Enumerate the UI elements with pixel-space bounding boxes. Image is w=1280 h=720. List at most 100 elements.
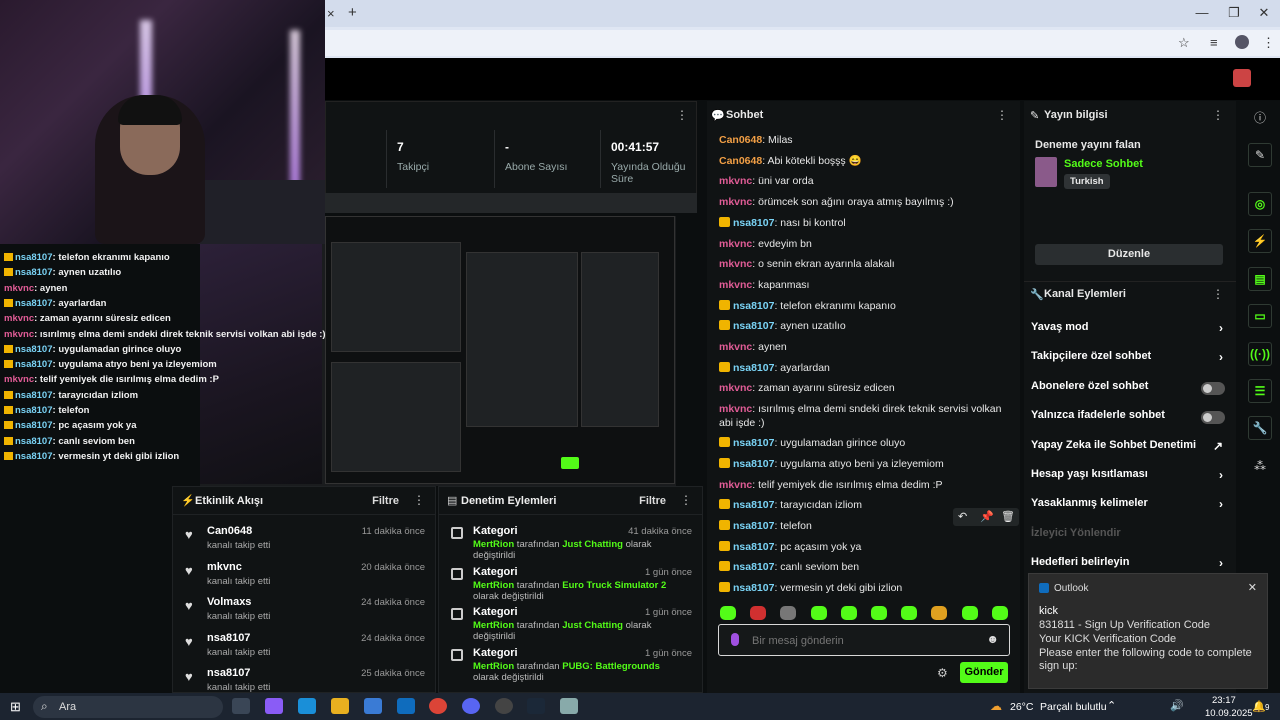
chat-username[interactable]: mkvnc: [719, 341, 752, 353]
chat-username[interactable]: Can0648: [719, 134, 762, 146]
reply-icon[interactable]: ↶: [958, 510, 967, 523]
chevron-right-icon[interactable]: ›: [1219, 497, 1223, 511]
clock-date[interactable]: 10.09.2025: [1205, 708, 1253, 719]
emote-icon[interactable]: [871, 606, 887, 620]
toggle-switch[interactable]: [1201, 381, 1225, 395]
target-icon[interactable]: ◎: [1248, 192, 1272, 216]
doc-icon[interactable]: ▤: [1248, 267, 1272, 291]
windows-start-icon[interactable]: ⊞: [10, 699, 21, 715]
chrome-icon[interactable]: [429, 698, 447, 714]
chat-username[interactable]: nsa8107: [733, 362, 774, 374]
emote-icon[interactable]: [810, 606, 827, 620]
stream-info-menu-icon[interactable]: ⋮: [1212, 108, 1224, 122]
moderator-name[interactable]: MertRion: [473, 539, 514, 550]
outlook-notification[interactable]: Outlook ✕ kick 831811 - Sign Up Verifica…: [1028, 573, 1268, 689]
chat-input[interactable]: [752, 633, 972, 649]
new-tab-button[interactable]: +: [348, 4, 357, 21]
moderation-menu-icon[interactable]: ⋮: [680, 493, 692, 507]
weather-temp[interactable]: 26°C: [1010, 701, 1033, 713]
channel-action-row[interactable]: Yapay Zeka ile Sohbet Denetimi ↗: [1031, 439, 1231, 459]
moderator-name[interactable]: MertRion: [473, 661, 514, 672]
notification-icon[interactable]: 🔔: [1252, 700, 1266, 713]
chat-username[interactable]: nsa8107: [733, 520, 774, 532]
delete-icon[interactable]: 🗑: [1001, 510, 1015, 523]
chat-username[interactable]: nsa8107: [733, 541, 774, 553]
browser-menu-icon[interactable]: ⋮: [1262, 35, 1275, 51]
channel-actions-menu-icon[interactable]: ⋮: [1212, 287, 1224, 301]
moderator-name[interactable]: MertRion: [473, 620, 514, 631]
task-view-icon[interactable]: [232, 698, 250, 714]
taskbar-search[interactable]: ⌕ Ara: [33, 696, 223, 718]
pin-icon[interactable]: 📌: [980, 510, 994, 523]
channel-action-row[interactable]: Yasaklanmış kelimeler ›: [1031, 497, 1231, 517]
chat-username[interactable]: Can0648: [719, 155, 762, 167]
copilot-icon[interactable]: [265, 698, 283, 714]
edit-icon[interactable]: ✎: [1248, 143, 1272, 167]
tray-chevron-icon[interactable]: ⌃: [1107, 699, 1116, 712]
activity-user[interactable]: nsa8107: [207, 667, 250, 679]
chevron-right-icon[interactable]: ›: [1219, 350, 1223, 364]
tab-close-button[interactable]: ×: [327, 6, 335, 21]
chat-menu-icon[interactable]: ⋮: [996, 108, 1008, 122]
emote-icon[interactable]: [961, 606, 978, 620]
broadcast-icon[interactable]: ((·)): [1248, 342, 1272, 366]
chat-username[interactable]: nsa8107: [733, 582, 774, 594]
discord-icon[interactable]: [462, 698, 480, 714]
obs-icon[interactable]: [495, 698, 513, 714]
emote-icon[interactable]: [991, 606, 1008, 620]
emoji-icon[interactable]: ☻: [986, 632, 999, 646]
chat-icon[interactable]: ▭: [1248, 304, 1272, 328]
chat-username[interactable]: nsa8107: [733, 217, 774, 229]
chat-username[interactable]: mkvnc: [719, 382, 752, 394]
emote-icon[interactable]: [901, 606, 918, 620]
moderation-filter-button[interactable]: Filtre: [639, 495, 666, 507]
channel-action-row[interactable]: Abonelere özel sohbet: [1031, 380, 1231, 400]
channel-action-row[interactable]: Takipçilere özel sohbet ›: [1031, 350, 1231, 370]
edge-icon[interactable]: [298, 698, 316, 714]
minimize-button[interactable]: —: [1192, 5, 1212, 20]
activity-filter-button[interactable]: Filtre: [372, 495, 399, 507]
profile-avatar[interactable]: [1235, 35, 1249, 49]
chat-username[interactable]: nsa8107: [733, 458, 774, 470]
chat-username[interactable]: mkvnc: [719, 175, 752, 187]
volume-icon[interactable]: 🔊: [1170, 699, 1184, 712]
edit-stream-button[interactable]: Düzenle: [1035, 244, 1223, 265]
chevron-right-icon[interactable]: ›: [1219, 321, 1223, 335]
channel-action-row[interactable]: Hesap yaşı kısıtlaması ›: [1031, 468, 1231, 488]
outlook-taskbar-icon[interactable]: [397, 698, 415, 714]
toggle-switch[interactable]: [1201, 411, 1225, 425]
maximize-button[interactable]: ❐: [1224, 5, 1244, 21]
store-icon[interactable]: [364, 698, 382, 714]
category-name[interactable]: Sadece Sohbet: [1064, 158, 1143, 170]
app-icon[interactable]: [560, 698, 578, 714]
bookmark-star-icon[interactable]: ☆: [1178, 35, 1190, 51]
emote-icon[interactable]: [931, 606, 948, 620]
chat-username[interactable]: mkvnc: [719, 279, 752, 291]
chat-username[interactable]: nsa8107: [733, 300, 774, 312]
clock-time[interactable]: 23:17: [1212, 695, 1236, 706]
tool-icon[interactable]: 🔧: [1248, 416, 1272, 440]
activity-user[interactable]: nsa8107: [207, 632, 250, 644]
address-bar[interactable]: [325, 30, 1280, 56]
stats-menu-icon[interactable]: ⋮: [676, 108, 688, 122]
chat-username[interactable]: mkvnc: [719, 258, 752, 270]
close-window-button[interactable]: ✕: [1254, 5, 1274, 21]
channel-action-row[interactable]: Yalnızca ifadelerle sohbet: [1031, 409, 1231, 429]
emote-icon[interactable]: [750, 606, 767, 620]
chat-username[interactable]: nsa8107: [733, 320, 774, 332]
activity-user[interactable]: mkvnc: [207, 561, 242, 573]
chat-username[interactable]: mkvnc: [719, 196, 752, 208]
weather-text[interactable]: Parçalı bulutlu: [1040, 701, 1107, 713]
activity-menu-icon[interactable]: ⋮: [413, 493, 425, 507]
moderator-name[interactable]: MertRion: [473, 580, 514, 591]
layout-icon[interactable]: ☰: [1248, 379, 1272, 403]
emote-icon[interactable]: [720, 606, 736, 620]
chat-username[interactable]: mkvnc: [719, 403, 752, 415]
emote-icon[interactable]: [840, 606, 857, 620]
chat-username[interactable]: nsa8107: [733, 561, 774, 573]
info-icon[interactable]: ⓘ: [1250, 108, 1270, 128]
microphone-icon[interactable]: [731, 633, 739, 646]
chat-username[interactable]: mkvnc: [719, 238, 752, 250]
activity-user[interactable]: Volmaxs: [207, 596, 251, 608]
chat-username[interactable]: nsa8107: [733, 499, 774, 511]
